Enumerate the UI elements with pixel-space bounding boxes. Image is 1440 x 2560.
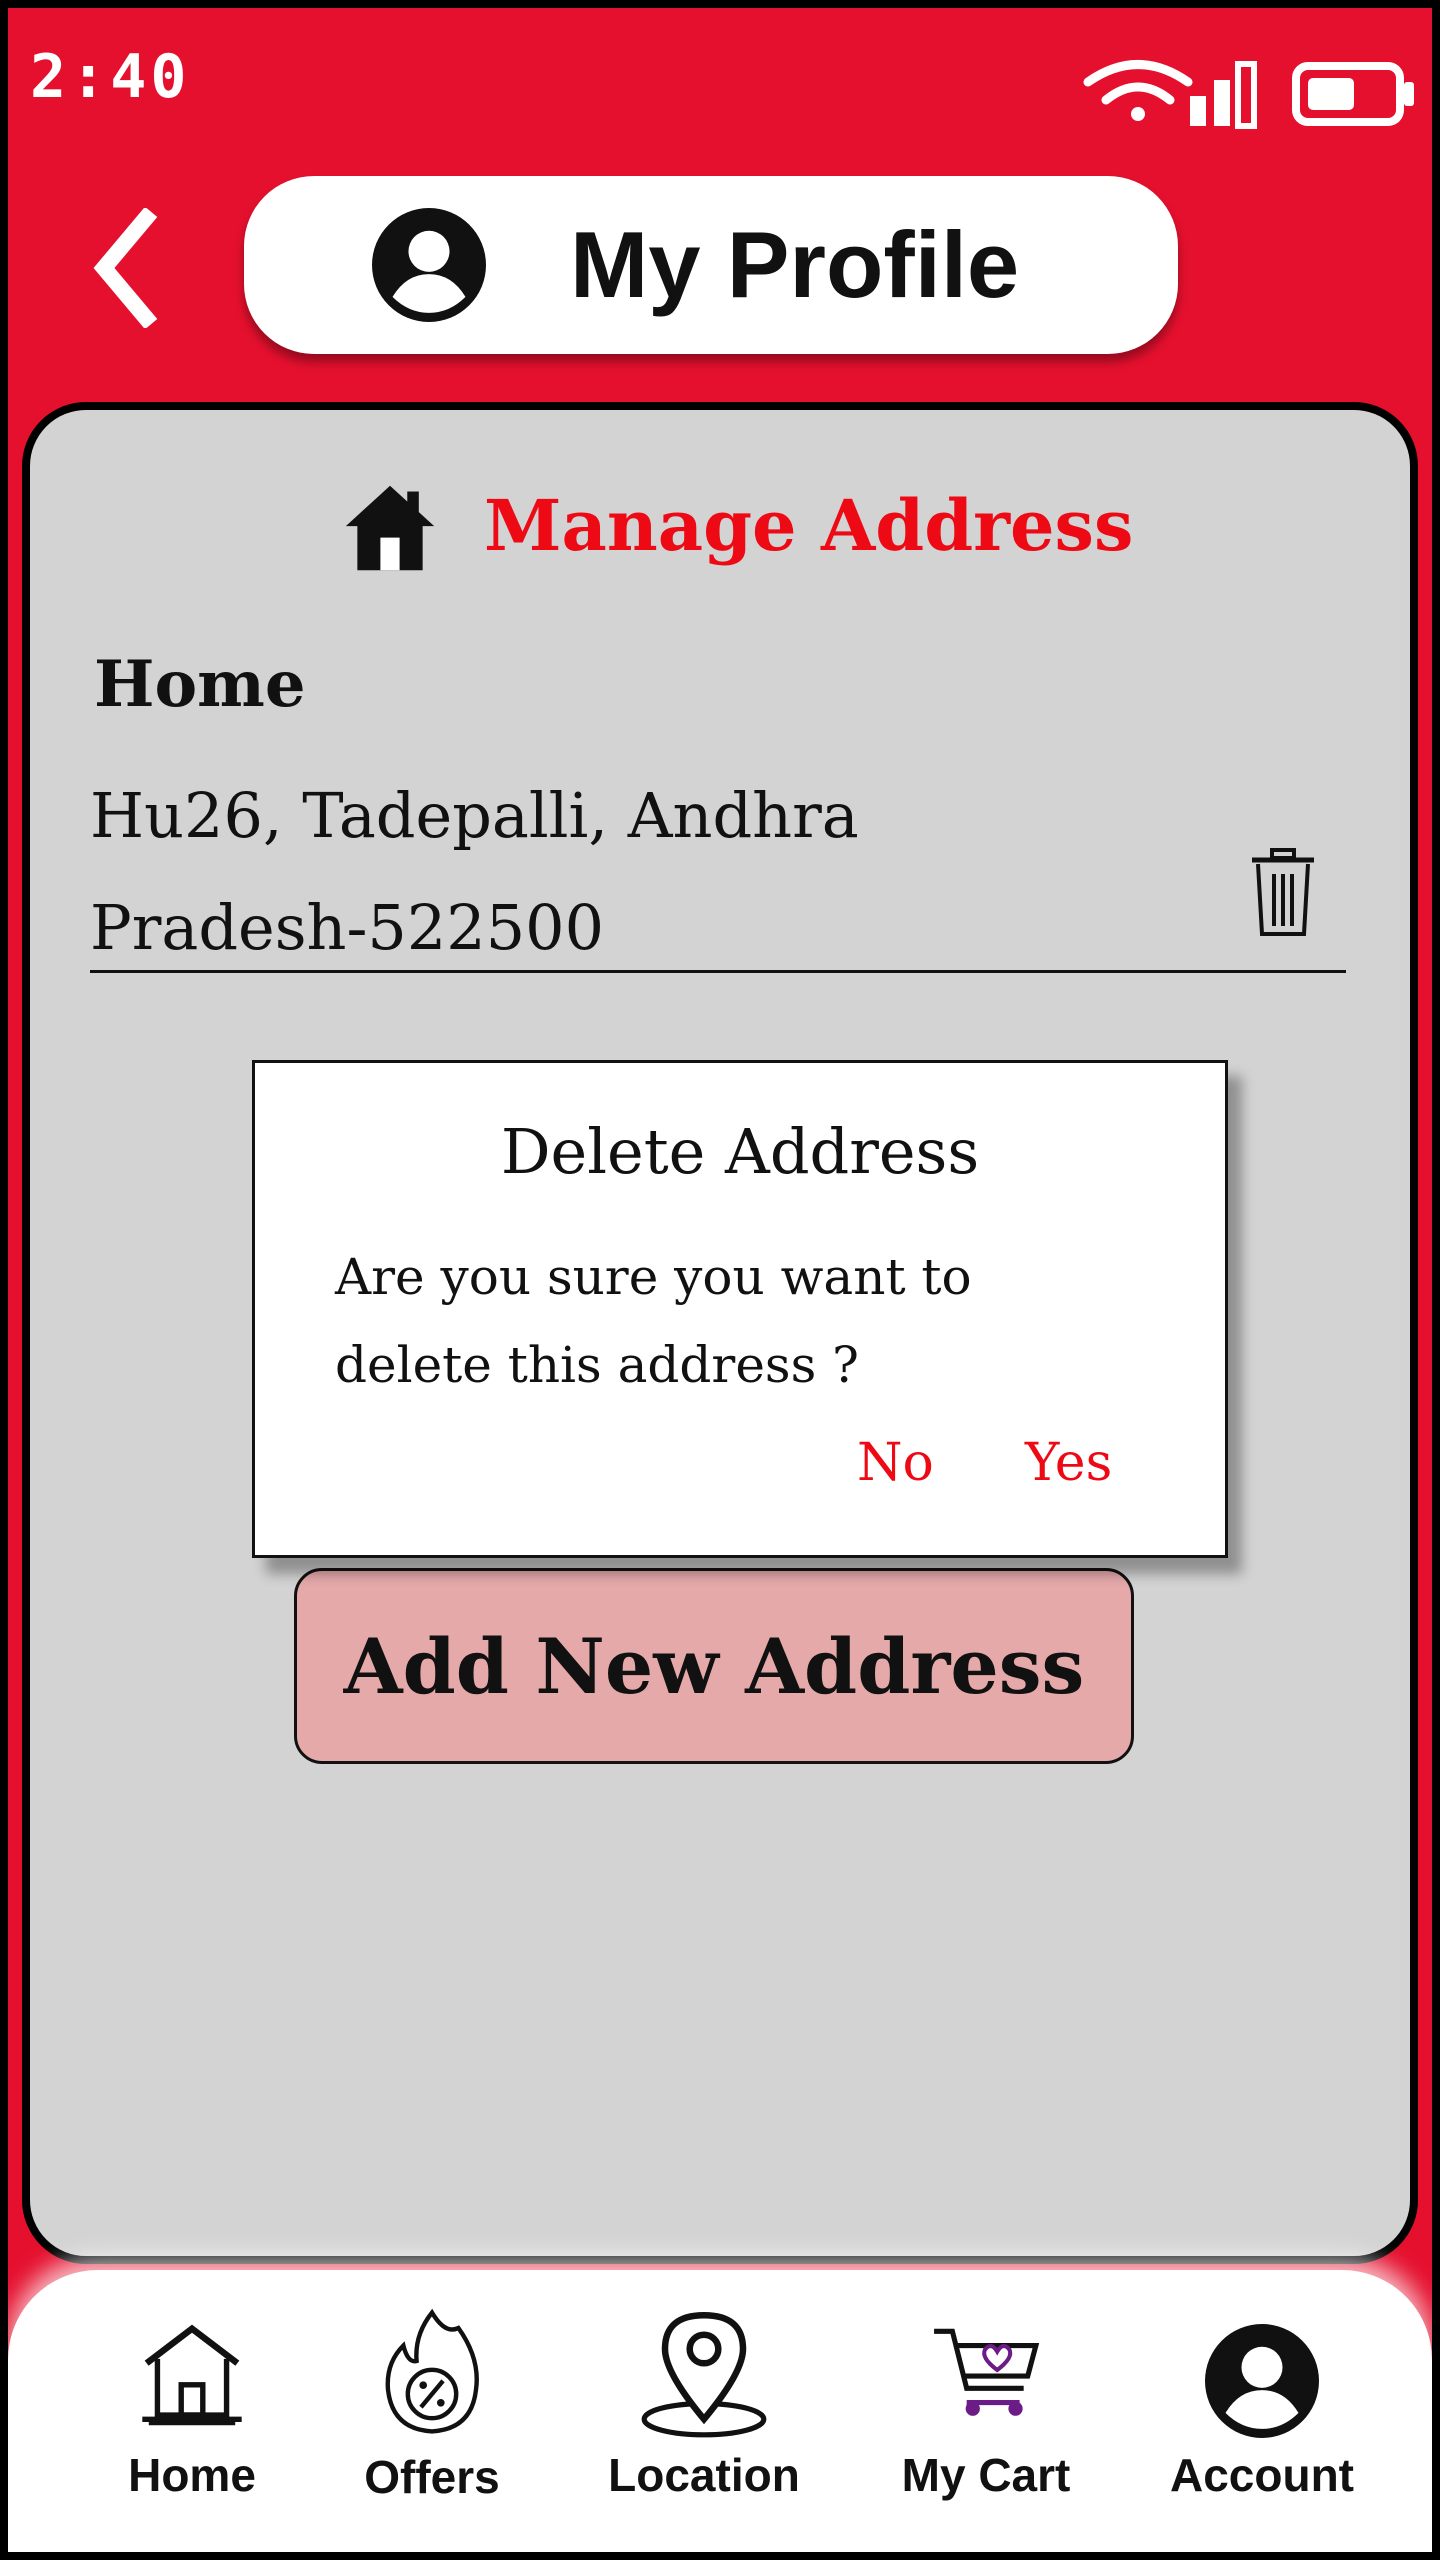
nav-label-location: Location <box>608 2449 800 2501</box>
nav-item-offers[interactable]: Offers <box>302 2270 562 2552</box>
page-title: My Profile <box>570 212 1020 317</box>
location-pin-icon <box>641 2311 767 2438</box>
nav-item-location[interactable]: Location <box>574 2270 834 2552</box>
battery-icon <box>1292 62 1414 126</box>
header-title-pill: My Profile <box>244 176 1178 354</box>
status-time: 2:40 <box>30 42 191 112</box>
dialog-title: Delete Address <box>500 1115 980 1188</box>
address-text: Hu26, Tadepalli, Andhra Pradesh-522500 <box>90 760 950 984</box>
dialog-message-line-2: delete this address ? <box>335 1336 859 1394</box>
bottom-nav: Home Offers Location My Cart Account <box>8 2270 1432 2552</box>
offer-badge-icon <box>385 2308 479 2434</box>
address-label: Home <box>94 647 306 722</box>
nav-label-home: Home <box>128 2449 256 2501</box>
dialog-yes-button[interactable]: Yes <box>1025 1433 1112 1493</box>
trash-icon[interactable] <box>1248 848 1318 938</box>
nav-label-my-cart: My Cart <box>901 2449 1071 2501</box>
dialog-message: Are you sure you want to delete this add… <box>335 1233 1035 1409</box>
address-line-2: Pradesh-522500 <box>90 891 605 964</box>
house-icon <box>345 485 435 571</box>
house-icon <box>142 2324 242 2426</box>
address-divider <box>90 970 1346 973</box>
dialog-no-button[interactable]: No <box>857 1433 934 1493</box>
account-icon <box>372 208 486 322</box>
status-icons <box>1083 60 1414 129</box>
section-title: Manage Address <box>484 484 1134 567</box>
address-line-1: Hu26, Tadepalli, Andhra <box>90 779 859 852</box>
back-button[interactable] <box>84 208 174 328</box>
app-screen: 2:40 My Profile Manage Address Home Hu26… <box>8 8 1432 2552</box>
wifi-icon <box>1083 60 1193 121</box>
account-icon <box>1205 2324 1319 2438</box>
nav-label-offers: Offers <box>364 2451 500 2503</box>
nav-label-account: Account <box>1170 2449 1354 2501</box>
nav-item-account[interactable]: Account <box>1132 2270 1392 2552</box>
nav-item-home[interactable]: Home <box>62 2270 322 2552</box>
status-bar: 2:40 <box>8 8 1432 148</box>
delete-address-dialog: Delete Address Are you sure you want to … <box>252 1060 1228 1558</box>
nav-item-my-cart[interactable]: My Cart <box>856 2270 1116 2552</box>
dialog-message-line-1: Are you sure you want to <box>335 1248 972 1306</box>
add-new-address-button[interactable]: Add New Address <box>294 1568 1134 1764</box>
cart-icon <box>934 2328 1040 2416</box>
signal-icon <box>1190 61 1257 129</box>
